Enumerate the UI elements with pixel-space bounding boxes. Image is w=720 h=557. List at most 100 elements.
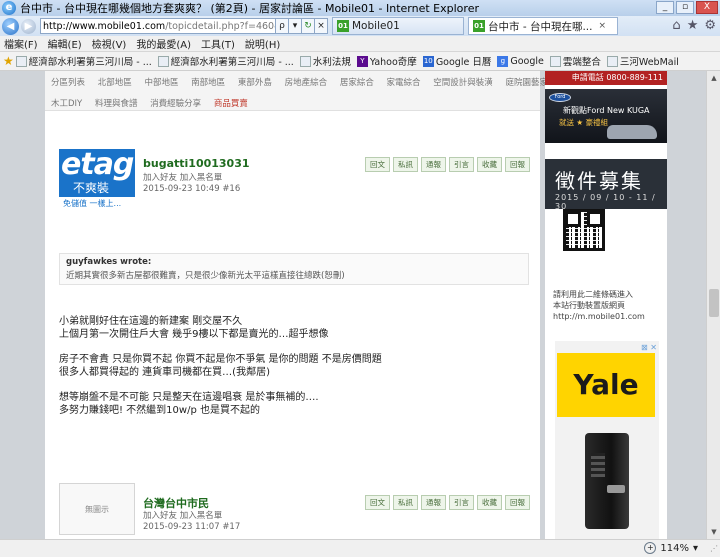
close-window-button[interactable]: X <box>696 1 718 14</box>
window-title: 台中市 - 台中現在哪幾個地方套爽爽？ (第2頁) - 居家討論區 - Mobi… <box>20 2 479 15</box>
category-link[interactable]: 家電綜合 <box>387 78 421 88</box>
category-link[interactable]: 空間設計與裝潢 <box>433 78 493 88</box>
url-path: /topicdetail.php?f=460&t=4546504& <box>165 20 275 32</box>
favorites-star-icon[interactable]: ★ <box>687 18 699 33</box>
category-link[interactable]: 房地產綜合 <box>285 78 328 88</box>
resize-grip-icon[interactable]: ⋰ <box>710 544 718 553</box>
tab-label: Mobile01 <box>352 20 400 32</box>
user-avatar[interactable]: 無圖示 <box>59 483 135 535</box>
category-link[interactable]: 消費經驗分享 <box>150 99 201 109</box>
minimize-button[interactable]: _ <box>656 1 674 14</box>
menu-edit[interactable]: 編輯(E) <box>48 36 82 51</box>
favorite-item[interactable]: g Google <box>497 55 544 67</box>
zoom-dropdown-icon[interactable]: ▾ <box>693 543 698 554</box>
sidebar: 申請電話 0800-889-111 Ford 新觀點Ford New KUGA … <box>545 71 667 539</box>
favorite-label: 水利法規 <box>312 57 351 68</box>
menu-file[interactable]: 檔案(F) <box>4 36 38 51</box>
category-link[interactable]: 東部外島 <box>238 78 272 88</box>
message-button[interactable]: 私訊 <box>393 157 418 172</box>
address-bar[interactable]: http://www.mobile01.com/topicdetail.php?… <box>40 18 276 34</box>
scrollbar-thumb[interactable] <box>709 289 719 317</box>
category-link-highlight[interactable]: 商品買賣 <box>214 99 248 109</box>
favorite-item[interactable]: 水利法規 <box>299 54 351 68</box>
gear-icon[interactable]: ⚙ <box>704 18 716 33</box>
favorite-item[interactable]: 雲端整合 <box>549 54 601 68</box>
forward-button[interactable]: ▶ <box>21 18 36 34</box>
post-meta: 加入好友 加入黑名單 2015-09-23 10:49 #16 <box>143 173 240 195</box>
post-datetime: 2015-09-23 10:49 <box>143 184 220 194</box>
add-blacklist-link[interactable]: 加入黑名單 <box>180 173 223 183</box>
quote-button[interactable]: 引言 <box>449 157 474 172</box>
favorite-item[interactable]: 三河WebMail <box>606 54 679 68</box>
category-link[interactable]: 庭院園藝家 <box>505 78 548 88</box>
category-link[interactable]: 居家綜合 <box>340 78 374 88</box>
favorites-star-icon[interactable]: ★ <box>3 54 14 68</box>
qr-caption: 請利用此二維條碼進入 本站行動裝置版網頁 http://m.mobile01.c… <box>553 289 645 322</box>
search-icon[interactable]: ρ <box>275 18 289 34</box>
category-link[interactable]: 木工DIY <box>51 99 82 109</box>
post-meta: 加入好友 加入黑名單 2015-09-23 11:07 #17 <box>143 511 240 533</box>
ford-ad-banner[interactable]: Ford 新觀點Ford New KUGA 就送 ★ 豪禮組 <box>545 89 667 143</box>
favorite-item[interactable]: Y Yahoo奇摩 <box>356 54 417 68</box>
address-dropdown-icon[interactable]: ▾ <box>288 18 302 34</box>
favorite-label: Yahoo奇摩 <box>369 57 417 68</box>
favorite-item[interactable]: 經濟部水利署第三河川局 - ... <box>157 54 294 68</box>
post-number: #16 <box>222 184 241 194</box>
zoom-level: 114% <box>660 542 689 554</box>
car-image <box>607 125 657 139</box>
add-friend-link[interactable]: 加入好友 <box>143 173 177 183</box>
ad-close-icon[interactable]: ⊠ ✕ <box>641 343 657 352</box>
menu-tools[interactable]: 工具(T) <box>201 36 235 51</box>
category-link[interactable]: 南部地區 <box>191 78 225 88</box>
post-username[interactable]: bugatti10013031 <box>143 157 250 170</box>
back-button[interactable]: ◀ <box>2 17 19 35</box>
post-line: 房子不會貴 只是你買不起 你買不起是你不爭氣 是你的問題 不是房價問題 <box>59 354 382 365</box>
yale-ad-banner[interactable]: ⊠ ✕ Yale <box>555 341 659 539</box>
menu-view[interactable]: 檢視(V) <box>92 36 127 51</box>
zoom-control[interactable]: + 114% ▾ <box>644 542 698 554</box>
post-username[interactable]: 台灣台中市民 <box>143 495 209 511</box>
add-blacklist-link[interactable]: 加入黑名單 <box>180 511 223 521</box>
post-line: 想等崩盤不是不可能 只是整天在這邊唱衰 是於事無補的…. <box>59 392 319 403</box>
report-button[interactable]: 通報 <box>421 157 446 172</box>
bookmark-button[interactable]: 收藏 <box>477 157 502 172</box>
scroll-up-icon[interactable]: ▲ <box>709 73 719 83</box>
mobile-site-link[interactable]: http://m.mobile01.com <box>553 311 645 322</box>
google-icon: g <box>497 55 509 67</box>
ford-ad-subtitle: 就送 ★ 豪禮組 <box>559 118 608 127</box>
favorite-item[interactable]: 經濟部水利署第三河川局 - ... <box>15 54 152 68</box>
scroll-down-icon[interactable]: ▼ <box>709 527 719 537</box>
category-link[interactable]: 分區列表 <box>51 78 85 88</box>
stop-icon[interactable]: × <box>314 18 328 34</box>
menu-help[interactable]: 說明(H) <box>245 36 280 51</box>
yale-logo: Yale <box>557 353 655 417</box>
bookmark-button[interactable]: 收藏 <box>477 495 502 510</box>
refresh-icon[interactable]: ↻ <box>301 18 315 34</box>
message-button[interactable]: 私訊 <box>393 495 418 510</box>
vertical-scrollbar[interactable]: ▲ ▼ <box>706 71 720 539</box>
tab-current-topic[interactable]: 01 台中市 - 台中現在哪... × <box>468 17 618 35</box>
feedback-button[interactable]: 回報 <box>505 157 530 172</box>
quote-button[interactable]: 引言 <box>449 495 474 510</box>
tab-mobile01[interactable]: 01 Mobile01 <box>332 17 464 35</box>
tab-close-icon[interactable]: × <box>598 21 606 31</box>
category-link[interactable]: 中部地區 <box>144 78 178 88</box>
favorite-item[interactable]: 10 Google 日曆 <box>422 54 491 68</box>
post-line-gap <box>59 341 382 353</box>
reply-button[interactable]: 回文 <box>365 495 390 510</box>
post-line: 多努力賺錢吧! 不然繼到10w/p 也是買不起的 <box>59 405 260 416</box>
report-button[interactable]: 通報 <box>421 495 446 510</box>
recruit-ad-banner[interactable]: 徵件募集 2015 / 09 / 10 - 11 / 30 <box>545 159 667 211</box>
restore-button[interactable]: ▫ <box>676 1 694 14</box>
phone-ad-banner[interactable]: 申請電話 0800-889-111 <box>545 71 667 85</box>
page-viewport: 分區列表 北部地區 中部地區 南部地區 東部外島 房地產綜合 居家綜合 家電綜合… <box>0 71 706 539</box>
add-friend-link[interactable]: 加入好友 <box>143 511 177 521</box>
reply-button[interactable]: 回文 <box>365 157 390 172</box>
category-link[interactable]: 北部地區 <box>98 78 132 88</box>
feedback-button[interactable]: 回報 <box>505 495 530 510</box>
calendar-icon: 10 <box>422 55 434 67</box>
user-avatar[interactable]: etag 不爽裝 免儲值 一樣上... <box>59 149 135 211</box>
home-icon[interactable]: ⌂ <box>672 18 680 33</box>
category-link[interactable]: 料理與食譜 <box>95 99 138 109</box>
menu-favorites[interactable]: 我的最愛(A) <box>136 36 191 51</box>
